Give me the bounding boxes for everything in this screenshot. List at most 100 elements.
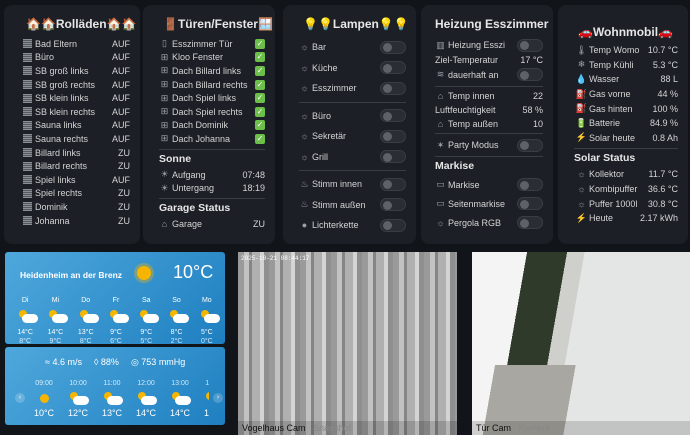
lamp-row[interactable]: ☼ Küche [299, 58, 406, 79]
lampen-title: 💡💡Lampen💡💡 [303, 17, 409, 31]
lamp-row[interactable]: ☼ Büro [299, 106, 406, 127]
lamp-row[interactable]: ☼ Esszimmer [299, 78, 406, 99]
lamp-row-toggle[interactable] [380, 61, 406, 75]
lamp-row-toggle[interactable] [380, 218, 406, 232]
sun-row[interactable]: ☀ Untergang 18:19 [159, 181, 265, 195]
solar-row-label: Kollektor [589, 169, 625, 180]
lamp-row-toggle[interactable] [380, 177, 406, 191]
pressure-icon: ◎ [130, 357, 142, 367]
day-high: 8°C [170, 329, 183, 336]
lamp-row[interactable]: ☼ Bar [299, 37, 406, 58]
solar-row[interactable]: ⚡ Heute 2.17 kWh [576, 211, 678, 226]
markise-row-toggle[interactable] [517, 178, 543, 192]
contact-row[interactable]: ⊞ Dach Billard links ✓ [159, 64, 265, 78]
womo-row[interactable]: ⚡ Solar heute 0.8 Ah [576, 131, 678, 146]
divider [299, 170, 406, 171]
markise-row[interactable]: ☼ Pergola RGB [435, 213, 543, 232]
womo-row[interactable]: 🔋 Batterie 84.9 % [576, 116, 678, 131]
solar-sensor-icon: ☼ [577, 184, 586, 195]
shutter-row[interactable]: SB groß links AUF [22, 64, 130, 78]
contact-row[interactable]: ⊞ Kloo Fenster ✓ [159, 51, 265, 65]
contact-row[interactable]: ⊞ Dach Billard rechts ✓ [159, 78, 265, 92]
heizung-toggle[interactable] [517, 38, 543, 52]
bulb-icon: ● [301, 220, 308, 231]
shutter-row[interactable]: SB klein rechts AUF [22, 105, 130, 119]
contact-row[interactable]: ⊞ Dach Johanna ✓ [159, 132, 265, 146]
lamp-row-toggle[interactable] [380, 109, 406, 123]
weather-daily-card[interactable]: Heidenheim an der Brenz 10°C Di 14°C 8°C Mi… [5, 252, 225, 345]
contact-row[interactable]: ⊞ Dach Spiel rechts ✓ [159, 105, 265, 119]
solar-row[interactable]: ☼ Kombipuffer 36.6 °C [576, 182, 678, 197]
shutter-row[interactable]: SB groß rechts AUF [22, 78, 130, 92]
lamp-row-toggle[interactable] [380, 150, 406, 164]
shutter-row[interactable]: Spiel links AUF [22, 173, 130, 187]
lamp-row[interactable]: ♨ Stimm innen [299, 174, 406, 195]
womo-row[interactable]: ⛽ Gas vorne 44 % [576, 87, 678, 102]
party-toggle[interactable] [517, 138, 543, 152]
solar-sensor-icon: ☼ [577, 198, 586, 209]
markise-row-toggle[interactable] [517, 216, 543, 230]
weather-hourly-card[interactable]: ≈ 4.6 m/s ◊ 88% ◎ 753 mmHg ‹ › 09:00 10°C… [5, 347, 225, 425]
sun-row[interactable]: ☀ Aufgang 07:48 [159, 168, 265, 182]
shutter-row[interactable]: Dominik ZU [22, 200, 130, 214]
markise-row-label: Seitenmarkise [448, 198, 506, 209]
day-name: So [172, 297, 181, 304]
womo-row[interactable]: ❄ Temp Kühli 5.3 °C [576, 58, 678, 73]
solar-row[interactable]: ☼ Puffer 1000l 30.8 °C [576, 196, 678, 211]
shutter-row[interactable]: Büro AUF [22, 51, 130, 65]
shutter-row[interactable]: Sauna rechts AUF [22, 132, 130, 146]
markise-row-toggle[interactable] [517, 197, 543, 211]
sonne-title: Sonne [159, 152, 192, 165]
shutter-row[interactable]: Billard rechts ZU [22, 159, 130, 173]
markise-row[interactable]: ▭ Seitenmarkise [435, 194, 543, 213]
divider [435, 85, 543, 87]
lamp-row-toggle[interactable] [380, 129, 406, 143]
divider [159, 197, 265, 199]
contact-row[interactable]: ⊞ Dach Spiel links ✓ [159, 91, 265, 105]
tuer-cam[interactable]: Tür Cam Kamera [472, 252, 690, 435]
shutter-row-value: ZU [118, 188, 130, 199]
womo-row[interactable]: 💧 Wasser 88 L [576, 72, 678, 87]
heizung-row[interactable]: ▥ Heizung Esszi [435, 37, 543, 53]
cam-type: Kamera [518, 423, 551, 433]
day-low: 6°C [110, 338, 122, 345]
shutter-row-value: AUF [112, 133, 130, 144]
shutter-row[interactable]: Bad Eltern AUF [22, 37, 130, 51]
day-name: Mo [201, 297, 212, 304]
dauer-row[interactable]: ≋ dauerhaft an [435, 67, 543, 83]
shutter-icon [22, 202, 33, 212]
shutter-row[interactable]: SB klein links AUF [22, 91, 130, 105]
sensor-icon: 💧 [575, 73, 588, 84]
vogelhaus-cam[interactable]: 2025-10-21 08:44:17 Vogelhaus Cam Snapsh… [238, 252, 457, 435]
next-hours-button[interactable]: › [213, 393, 223, 403]
contact-row[interactable]: ⊞ Dach Dominik ✓ [159, 119, 265, 133]
solar-row[interactable]: ☼ Kollektor 11.7 °C [576, 167, 678, 182]
party-row[interactable]: ✶ Party Modus [435, 137, 543, 153]
day-name: Di [21, 297, 29, 304]
lightbulb-outline-icon: ☼ [300, 42, 309, 53]
dauer-toggle[interactable] [517, 68, 543, 82]
markise-row[interactable]: ▭ Markise [435, 175, 543, 194]
lamp-row[interactable]: ♨ Stimm außen [299, 195, 406, 216]
shutter-row[interactable]: Spiel rechts ZU [22, 187, 130, 201]
lamp-row[interactable]: ☼ Grill [299, 147, 406, 168]
shutter-row[interactable]: Billard links ZU [22, 146, 130, 160]
solar-sensor-icon: ⚡ [575, 212, 588, 223]
lamp-row-toggle[interactable] [380, 40, 406, 54]
prev-hours-button[interactable]: ‹ [15, 393, 25, 403]
womo-row[interactable]: 🌡 Temp Womo 10.7 °C [576, 43, 678, 58]
lamp-row-toggle[interactable] [380, 81, 406, 95]
window-icon: ⊞ [160, 65, 169, 76]
lamp-row[interactable]: ☼ Sekretär [299, 126, 406, 147]
lamp-row[interactable]: ● Lichterkette [299, 215, 406, 236]
contact-row[interactable]: ▯ Esszimmer Tür ✓ [159, 37, 265, 51]
garage-row[interactable]: ⌂ Garage ZU [159, 217, 265, 231]
hour-temp: 14°C [169, 408, 191, 418]
forecast-hour: 12:00 14°C [129, 380, 163, 418]
womo-row-label: Temp Womo [589, 45, 640, 56]
shutter-row[interactable]: Johanna ZU [22, 214, 130, 228]
lamp-row-toggle[interactable] [380, 198, 406, 212]
shutter-row[interactable]: Sauna links AUF [22, 119, 130, 133]
womo-row[interactable]: ⛽ Gas hinten 100 % [576, 101, 678, 116]
hour-temp: 13°C [101, 408, 123, 418]
